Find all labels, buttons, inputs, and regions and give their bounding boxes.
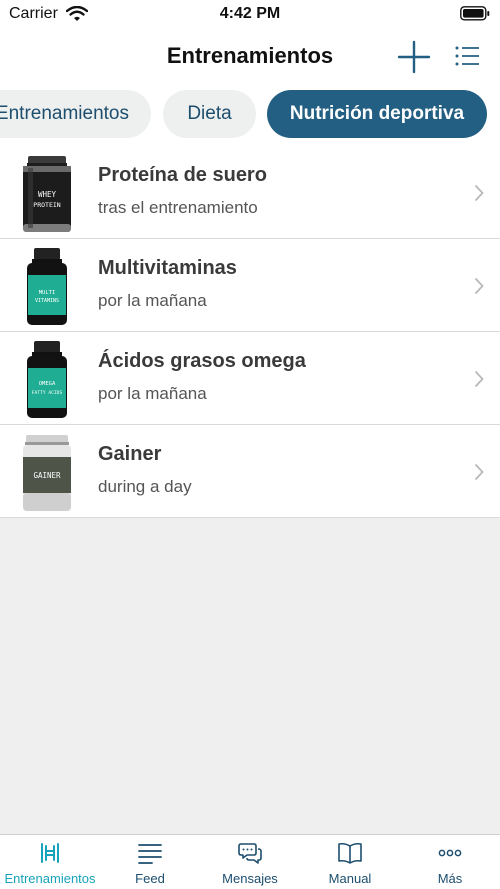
tabbar-manual[interactable]: Manual xyxy=(300,835,400,889)
tab-nutricion-deportiva[interactable]: Nutrición deportiva xyxy=(267,90,487,138)
item-title: Multivitaminas xyxy=(98,257,237,279)
image-label: WHEY xyxy=(38,190,57,199)
item-subtitle: during a day xyxy=(98,477,192,496)
image-label: VITAMINS xyxy=(35,298,59,304)
item-title: Proteína de suero xyxy=(98,164,267,186)
tabbar-label: Manual xyxy=(328,871,372,886)
book-icon xyxy=(338,842,362,864)
feed-icon xyxy=(138,844,162,864)
status-time: 4:42 PM xyxy=(219,5,281,22)
item-subtitle: por la mañana xyxy=(98,291,207,310)
tabbar-label: Mensajes xyxy=(222,871,278,886)
item-subtitle: por la mañana xyxy=(98,384,207,403)
item-title: Ácidos grasos omega xyxy=(98,350,306,372)
chevron-right-icon xyxy=(474,370,484,388)
whey-protein-image: WHEY PROTEIN xyxy=(23,156,71,232)
tabbar-label: Entrenamientos xyxy=(4,871,96,886)
multivitamin-image: MULTI VITAMINS xyxy=(27,248,67,325)
tabbar-label: Más xyxy=(437,871,463,886)
tab-label: Dieta xyxy=(187,103,232,124)
tabbar-entrenamientos[interactable]: Entrenamientos xyxy=(0,835,100,889)
image-label: GAINER xyxy=(33,471,61,480)
list-view-button[interactable] xyxy=(452,41,482,71)
tab-dieta[interactable]: Dieta xyxy=(163,90,256,138)
gainer-image: GAINER xyxy=(23,435,71,511)
status-bar: Carrier 4:42 PM xyxy=(0,0,500,30)
tab-label: Nutrición deportiva xyxy=(289,103,465,124)
supplement-list: WHEY PROTEIN Proteína de suero tras el e… xyxy=(0,146,500,518)
navigation-bar: Entrenamientos xyxy=(0,30,500,84)
omega-image: OMEGA FATTY ACIDS xyxy=(27,341,67,418)
image-label: MULTI xyxy=(39,290,56,296)
list-item[interactable]: MULTI VITAMINS Multivitaminas por la mañ… xyxy=(0,239,500,332)
tab-entrenamientos[interactable]: Entrenamientos xyxy=(0,90,151,138)
bottom-tab-bar: Entrenamientos Feed Mensajes Manual Más xyxy=(0,834,500,889)
messages-icon xyxy=(238,843,262,864)
tabbar-feed[interactable]: Feed xyxy=(100,835,200,889)
item-subtitle: tras el entrenamiento xyxy=(98,198,258,217)
more-icon xyxy=(438,849,462,857)
list-item[interactable]: WHEY PROTEIN Proteína de suero tras el e… xyxy=(0,146,500,239)
image-label: PROTEIN xyxy=(33,201,60,209)
image-label: FATTY ACIDS xyxy=(32,390,63,396)
category-tabs: Entrenamientos Dieta Nutrición deportiva xyxy=(0,84,500,146)
tabbar-mensajes[interactable]: Mensajes xyxy=(200,835,300,889)
item-title: Gainer xyxy=(98,443,162,465)
list-item[interactable]: OMEGA FATTY ACIDS Ácidos grasos omega po… xyxy=(0,332,500,425)
chevron-right-icon xyxy=(474,463,484,481)
image-label: OMEGA xyxy=(39,381,56,387)
chevron-right-icon xyxy=(474,277,484,295)
list-item[interactable]: GAINER Gainer during a day xyxy=(0,425,500,518)
battery-icon xyxy=(460,6,490,21)
dumbbell-icon xyxy=(41,843,59,863)
add-button[interactable] xyxy=(396,39,432,75)
tab-label: Entrenamientos xyxy=(0,103,129,124)
chevron-right-icon xyxy=(474,184,484,202)
tabbar-label: Feed xyxy=(135,871,165,886)
tabbar-mas[interactable]: Más xyxy=(400,835,500,889)
